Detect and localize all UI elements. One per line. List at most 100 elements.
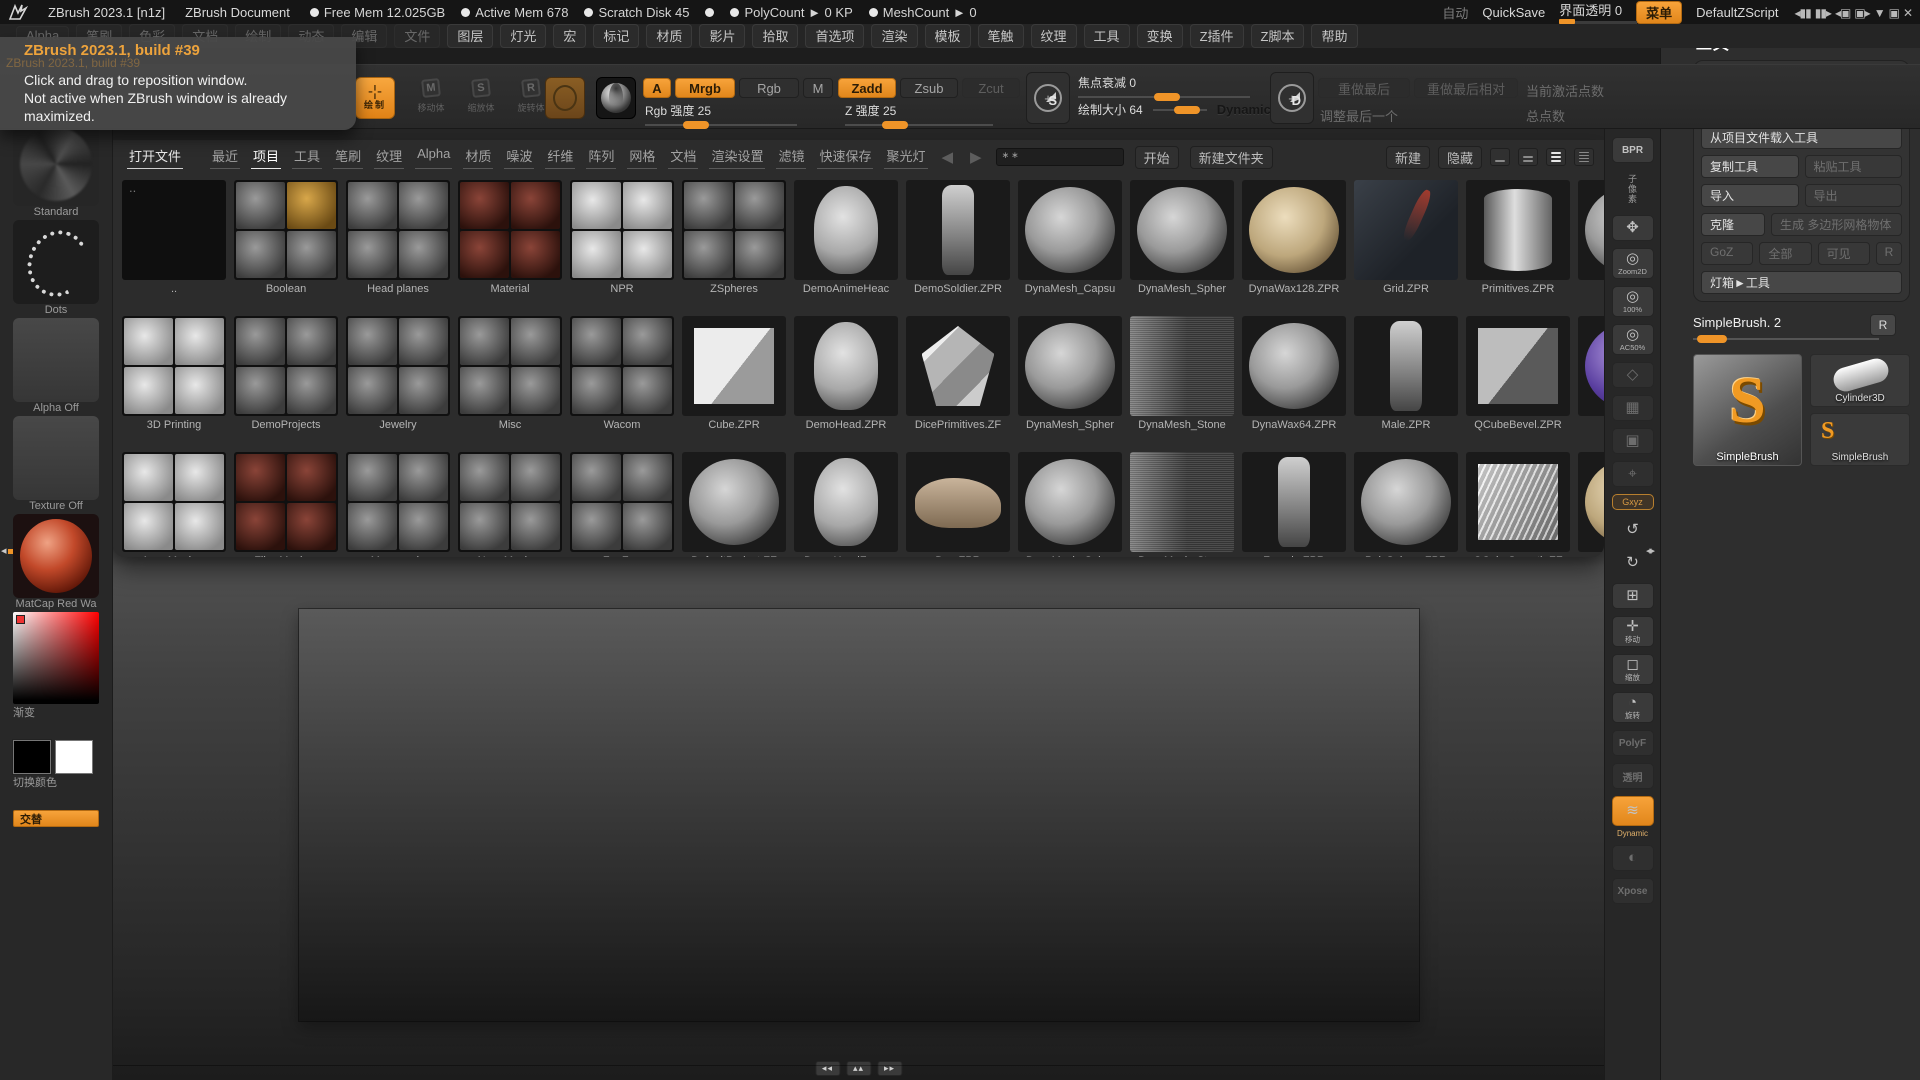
simplebrush-tool-thumb[interactable]: S SimpleBrush [1810, 413, 1910, 466]
lightbox-tile[interactable]: Head planes [346, 180, 450, 298]
zcut-button[interactable]: Zcut [962, 78, 1020, 98]
lightbox-tile[interactable]: QCubeSmooth.ZF [1466, 452, 1570, 557]
move-mode-button[interactable]: M 移动体 [408, 79, 454, 123]
rotate-ccw-icon-button[interactable]: ↺ [1612, 517, 1654, 543]
lightbox-tile[interactable]: Misc [458, 316, 562, 434]
lightbox-tile[interactable]: Primitives.ZPR [1466, 180, 1570, 298]
rotate-gizmo-button[interactable]: ◔旋转 [1612, 692, 1654, 723]
a-toggle-button[interactable]: A [643, 78, 671, 98]
spix-slider[interactable]: 子像素 [1612, 170, 1654, 208]
menu-item-9[interactable]: 模板 [925, 24, 971, 48]
start-button[interactable]: 开始 [1135, 146, 1179, 169]
lightbox-tab-4[interactable]: 纹理 [374, 145, 404, 169]
minimize-icon[interactable]: ▼ [1872, 6, 1887, 20]
menu-item-2[interactable]: 宏 [553, 24, 586, 48]
lightbox-tile[interactable]: 3D Printing [122, 316, 226, 434]
current-material-thumb[interactable]: MatCap Red Wa [13, 514, 99, 612]
load-from-project-button[interactable]: 从项目文件载入工具 [1701, 126, 1902, 149]
lightbox-tab-6[interactable]: 材质 [463, 145, 493, 169]
tab-open-file[interactable]: 打开文件 [127, 145, 183, 169]
scroll-left-button[interactable]: ◂◂ [815, 1061, 840, 1076]
menu-item-12[interactable]: 工具 [1084, 24, 1130, 48]
new-button[interactable]: 新建 [1386, 146, 1430, 169]
active-tool-handle[interactable] [1697, 335, 1727, 343]
floor-button[interactable]: ▦ [1612, 395, 1654, 421]
scroll-right-button[interactable]: ▸▸ [877, 1061, 902, 1076]
menu-item-6[interactable]: 拾取 [752, 24, 798, 48]
dynamic-mode-button[interactable]: ≋ [1612, 796, 1654, 826]
clone-button[interactable]: 克隆 [1701, 213, 1765, 236]
lightbox-tile[interactable]: Jewelry [346, 316, 450, 434]
rgb-button[interactable]: Rgb [739, 78, 799, 98]
tool-r-button[interactable]: R [1870, 314, 1896, 336]
rgb-intensity-handle[interactable] [683, 121, 709, 129]
active-tool-thumb[interactable]: S SimpleBrush [1693, 354, 1802, 466]
lightbox-tile[interactable]: DynaMesh_Stone [1130, 316, 1234, 434]
menu-toggle-button[interactable]: 菜单 [1636, 1, 1682, 24]
lightbox-tile[interactable]: DemoHeadFema [794, 452, 898, 557]
lightbox-tile[interactable]: FiberMeshes [234, 452, 338, 557]
goz-all-button[interactable]: 全部 [1759, 242, 1811, 265]
color-picker-marker[interactable] [16, 615, 25, 624]
nav-back-icon[interactable]: ◀ [939, 148, 957, 166]
menu-item-7[interactable]: 首选项 [805, 24, 864, 48]
alternate-color-button[interactable]: 交替 [13, 810, 99, 827]
lightbox-tile[interactable]: PolySphere.ZPR [1354, 452, 1458, 557]
lightbox-tile[interactable]: DynaMesh_Capsu [1018, 180, 1122, 298]
view-four-rows-button[interactable] [1574, 148, 1594, 166]
pivot-button[interactable]: ⊞ [1612, 583, 1654, 609]
goz-visible-button[interactable]: 可见 [1818, 242, 1870, 265]
dock-right-icon[interactable]: ▣▸ [1852, 6, 1871, 20]
local-button[interactable]: ⌖ [1612, 461, 1654, 487]
swap-colors-label[interactable]: 切换颜色 [13, 774, 99, 788]
lightbox-tile[interactable]: DynaMesh_Spher [1130, 180, 1234, 298]
focal-shift-handle[interactable] [1154, 93, 1180, 101]
lightbox-tab-1[interactable]: 项目 [251, 145, 281, 169]
menu-item-10[interactable]: 笔触 [978, 24, 1024, 48]
copy-tool-button[interactable]: 复制工具 [1701, 155, 1799, 178]
draw-size-icon-button[interactable]: + D [1270, 72, 1314, 124]
frame-button[interactable]: ▣ [1612, 428, 1654, 454]
lightbox-tab-3[interactable]: 笔刷 [333, 145, 363, 169]
view-three-rows-button[interactable] [1546, 148, 1566, 166]
z-intensity-handle[interactable] [882, 121, 908, 129]
menu-item-disabled-7[interactable]: 文件 [394, 24, 440, 48]
mrgb-button[interactable]: Mrgb [675, 78, 735, 98]
current-alpha-thumb[interactable]: Alpha Off [13, 318, 99, 416]
scale-mode-button[interactable]: S 缩放体 [458, 79, 504, 123]
menu-item-15[interactable]: Z脚本 [1251, 24, 1305, 48]
color-picker[interactable]: 渐变 切换颜色 交替 [13, 612, 99, 827]
zadd-button[interactable]: Zadd [838, 78, 896, 98]
menu-item-4[interactable]: 材质 [646, 24, 692, 48]
dynamic-label[interactable]: Dynamic [1217, 102, 1271, 117]
ui-opacity-handle[interactable] [1559, 19, 1575, 24]
focal-shift-slider[interactable]: 焦点衰减 0 [1078, 74, 1250, 98]
lightbox-tile[interactable]: DynaMesh_Spher [1018, 452, 1122, 557]
auto-toggle[interactable]: 自动 [1442, 3, 1468, 22]
persp-button[interactable]: ◇ [1612, 362, 1654, 388]
view-one-row-button[interactable] [1490, 148, 1510, 166]
restore-icon[interactable]: ▣ [1887, 6, 1901, 20]
xpose-button[interactable]: Xpose [1612, 878, 1654, 904]
menu-item-14[interactable]: Z插件 [1190, 24, 1244, 48]
scroll-icon-button[interactable]: ✥ [1612, 215, 1654, 241]
path-field[interactable]: ∗∗ [996, 148, 1124, 166]
lightbox-tab-2[interactable]: 工具 [292, 145, 322, 169]
lightbox-tab-12[interactable]: 渲染设置 [709, 145, 765, 169]
gradient-label[interactable]: 渐变 [13, 704, 99, 718]
lightbox-tile[interactable]: DefaultProject.ZF [682, 452, 786, 557]
redo-last-relative-button[interactable]: 重做最后相对 [1414, 78, 1518, 98]
lightbox-tile[interactable]: DemoProjects [234, 316, 338, 434]
aa-half-button[interactable]: ◎AC50% [1612, 324, 1654, 355]
menu-item-11[interactable]: 纹理 [1031, 24, 1077, 48]
collapse-right-icon[interactable]: ▮▮▸ [1813, 6, 1833, 20]
lightbox-tab-7[interactable]: 噪波 [504, 145, 534, 169]
z-intensity-slider[interactable]: Z 强度 25 [845, 102, 993, 126]
lightbox-tile[interactable]: DicePrimitives.ZF [906, 316, 1010, 434]
zscript-label[interactable]: DefaultZScript [1696, 5, 1778, 20]
active-tool-slider[interactable]: SimpleBrush. 2 R [1693, 314, 1910, 340]
menu-item-16[interactable]: 帮助 [1311, 24, 1357, 48]
current-stroke-thumb[interactable]: Dots [13, 220, 99, 318]
lightbox-tile[interactable]: ZSpheres [682, 180, 786, 298]
lightbox-tab-11[interactable]: 文档 [668, 145, 698, 169]
